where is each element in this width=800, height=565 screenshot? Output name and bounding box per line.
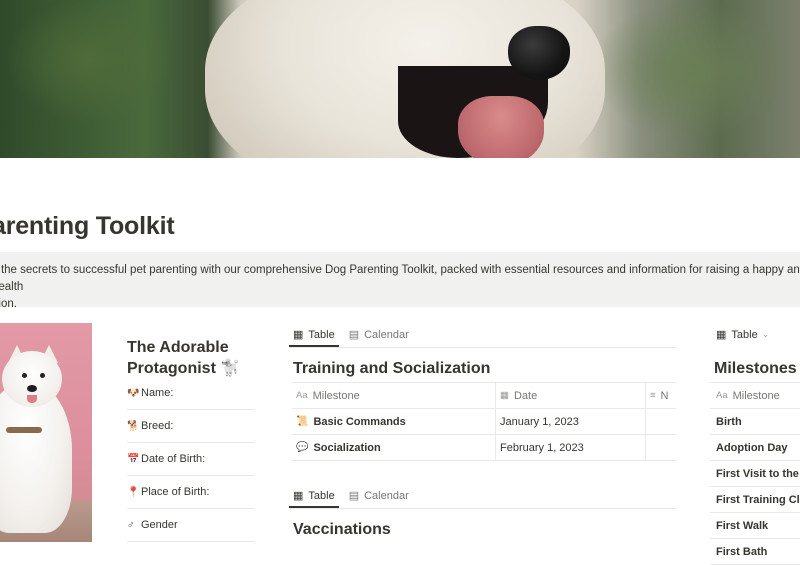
profile-field-label: Place of Birth: [141, 486, 210, 498]
column-header-milestone[interactable]: Aa Milestone [710, 382, 800, 409]
profile-field-label: Date of Birth: [141, 453, 206, 465]
description-line-1: k the secrets to successful pet parentin… [0, 264, 800, 293]
column-header-notes[interactable]: ≡ N [646, 383, 676, 408]
tab-label: Table [308, 328, 335, 341]
pin-icon: 📍 [127, 486, 140, 498]
text-property-icon: Aa [296, 390, 308, 401]
cover-image [0, 0, 800, 158]
training-table-title: Training and Socialization [293, 360, 491, 377]
table-icon: ▦ [293, 490, 304, 502]
text-property-icon: Aa [716, 390, 728, 401]
column-label: N [660, 389, 669, 402]
calendar-icon: ▤ [348, 329, 360, 341]
photo-dog-nose [27, 385, 37, 392]
photo-dog-tongue [27, 395, 37, 403]
table-row[interactable]: Birth [710, 409, 800, 435]
profile-field-breed[interactable]: 🐕 Breed: [127, 410, 255, 443]
table-row[interactable]: Adoption Day [710, 435, 800, 461]
vaccinations-view-tabs: ▦ Table ▤ Calendar [289, 485, 676, 509]
profile-title: The Adorable Protagonist 🐩 [127, 339, 241, 377]
dog-face-icon: 🐶 [127, 387, 140, 399]
table-row[interactable]: 📜 Basic Commands January 1, 2023 [292, 409, 676, 435]
profile-field-gender[interactable]: ♂ Gender [127, 509, 255, 542]
table-row[interactable]: First Bath [710, 539, 800, 565]
training-view-tabs: ▦ Table ▤ Calendar [289, 324, 676, 348]
profile-field-label: Gender [141, 519, 178, 531]
calendar-icon: 📅 [127, 453, 140, 465]
chevron-down-icon: ⌄ [761, 329, 770, 339]
list-property-icon: ≡ [650, 390, 656, 401]
scroll-icon: 📜 [296, 416, 309, 427]
dog-nose-illustration [508, 26, 570, 80]
date-property-icon: ▦ [500, 390, 509, 401]
column-header-date[interactable]: ▦ Date [496, 383, 646, 408]
photo-dog-eye-right [40, 373, 45, 378]
date-cell[interactable]: January 1, 2023 [496, 409, 646, 434]
profile-fields: 🐶 Name: 🐕 Breed: 📅 Date of Birth: 📍 Plac… [127, 377, 255, 542]
tab-calendar[interactable]: ▤ Calendar [345, 489, 413, 508]
milestone-name: Basic Commands [313, 415, 406, 428]
tab-label: Table [308, 489, 335, 502]
milestones-table-title: Milestones [714, 360, 797, 377]
table-row[interactable]: First Walk [710, 513, 800, 539]
table-icon: ▦ [716, 329, 727, 341]
milestone-cell[interactable]: 📜 Basic Commands [292, 409, 496, 434]
male-icon: ♂ [127, 519, 135, 531]
dog-icon: 🐕 [127, 420, 140, 432]
dog-profile-photo [0, 323, 92, 542]
view-label: Table [731, 328, 758, 341]
table-row[interactable]: 💬 Socialization February 1, 2023 [292, 435, 676, 461]
profile-field-label: Name: [141, 387, 174, 399]
notes-cell[interactable] [646, 435, 676, 460]
column-label: Milestone [732, 389, 780, 402]
column-label: Date [513, 389, 538, 402]
profile-field-name[interactable]: 🐶 Name: [127, 377, 255, 410]
photo-dog-collar [6, 427, 42, 433]
tab-label: Calendar [364, 328, 409, 341]
table-icon: ▦ [293, 329, 304, 341]
tab-table[interactable]: ▦ Table [289, 328, 339, 347]
notes-cell[interactable] [646, 409, 676, 434]
date-cell[interactable]: February 1, 2023 [496, 435, 646, 460]
profile-field-label: Breed: [141, 420, 174, 432]
tab-calendar[interactable]: ▤ Calendar [345, 328, 413, 347]
table-row[interactable]: First Visit to the V [710, 461, 800, 487]
description-text: k the secrets to successful pet parentin… [0, 262, 800, 313]
column-header-milestone[interactable]: Aa Milestone [292, 383, 496, 408]
training-table: Aa Milestone ▦ Date ≡ N 📜 Basic Commands… [292, 382, 676, 461]
description-line-2: nion. [0, 298, 17, 310]
milestones-view-selector[interactable]: ▦ Table ⌄ [710, 328, 770, 342]
profile-field-date-of-birth[interactable]: 📅 Date of Birth: [127, 443, 255, 476]
table-row[interactable]: First Training Cla [710, 487, 800, 513]
profile-field-place-of-birth[interactable]: 📍 Place of Birth: [127, 476, 255, 509]
tab-table[interactable]: ▦ Table [289, 489, 339, 508]
milestone-name: Socialization [313, 441, 381, 454]
milestone-cell[interactable]: 💬 Socialization [292, 435, 496, 460]
milestones-table: Aa Milestone Birth Adoption Day First Vi… [710, 382, 800, 565]
calendar-icon: ▤ [348, 490, 360, 502]
speech-bubble-icon: 💬 [296, 442, 309, 453]
photo-dog-eye-left [22, 373, 27, 378]
column-label: Milestone [312, 389, 360, 402]
page-title: arenting Toolkit [0, 212, 175, 240]
dog-profile: The Adorable Protagonist 🐩 🐶 Name: 🐕 Bre… [127, 337, 255, 542]
dog-tongue-illustration [458, 96, 544, 158]
vaccinations-table-title: Vaccinations [293, 521, 391, 538]
table-header: Aa Milestone ▦ Date ≡ N [292, 382, 676, 409]
tab-label: Calendar [364, 489, 409, 502]
description-callout: k the secrets to successful pet parentin… [0, 252, 800, 310]
